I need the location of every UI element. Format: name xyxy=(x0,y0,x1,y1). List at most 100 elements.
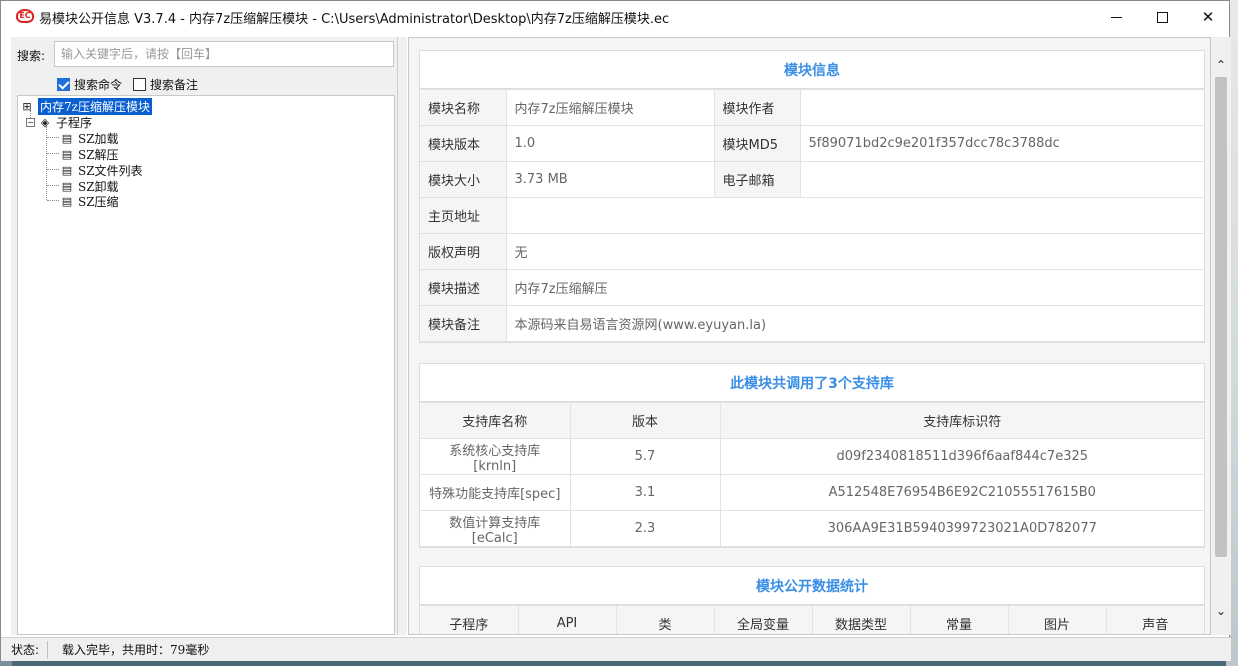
library-version: 3.1 xyxy=(569,474,721,511)
tree-item[interactable]: ▤ SZ压缩 xyxy=(60,193,119,209)
window-title: 易模块公开信息 V3.7.4 - 内存7z压缩解压模块 - C:\Users\A… xyxy=(39,12,670,27)
subroutine-icon: ▤ xyxy=(61,147,73,161)
close-button[interactable]: ✕ xyxy=(1185,1,1231,33)
column-header: API xyxy=(517,605,617,634)
library-version: 5.7 xyxy=(569,438,721,475)
collapse-icon[interactable]: − xyxy=(26,117,35,127)
search-remark-checkbox[interactable]: 搜索备注 xyxy=(133,75,198,93)
table-row: 模块描述 内存7z压缩解压 xyxy=(420,269,1204,306)
vertical-scrollbar[interactable]: ⌃ ⌄ xyxy=(1211,37,1231,635)
table-row: 系统核心支持库[krnln] 5.7 d09f2340818511d396f6a… xyxy=(420,438,1204,475)
info-key: 版权声明 xyxy=(420,233,507,270)
table-row: 主页地址 xyxy=(420,197,1204,234)
info-value: 内存7z压缩解压模块 xyxy=(505,89,715,126)
library-name: 系统核心支持库[krnln] xyxy=(420,438,571,475)
info-key: 模块描述 xyxy=(420,269,507,306)
table-header-row: 支持库名称 版本 支持库标识符 xyxy=(420,402,1204,439)
checkbox-unchecked-icon[interactable] xyxy=(133,77,146,91)
stats-title: 模块公开数据统计 xyxy=(420,567,1204,605)
info-key: 模块备注 xyxy=(420,305,507,342)
table-header-row: 子程序 API 类 全局变量 数据类型 常量 图片 声音 xyxy=(420,605,1204,634)
info-key: 电子邮箱 xyxy=(713,161,801,198)
column-header: 支持库标识符 xyxy=(719,402,1204,439)
module-info-title: 模块信息 xyxy=(420,51,1204,89)
column-header: 版本 xyxy=(569,402,721,439)
table-row: 数值计算支持库[eCalc] 2.3 306AA9E31B59403997230… xyxy=(420,510,1204,547)
tree-item-label: SZ解压 xyxy=(78,147,119,162)
info-value: 内存7z压缩解压 xyxy=(505,269,1204,306)
subroutine-icon: ▤ xyxy=(61,194,73,208)
tree-group-subprograms[interactable]: − ◈ 子程序 xyxy=(26,114,92,130)
tree-group-label: 子程序 xyxy=(56,115,93,130)
search-remark-label: 搜索备注 xyxy=(150,77,199,92)
info-value: 5f89071bd2c9e201f357dcc78c3788dc xyxy=(799,125,1204,162)
tree-item-label: SZ文件列表 xyxy=(78,163,143,178)
search-label: 搜索: xyxy=(17,49,46,63)
module-tree[interactable]: ⊞ 内存7z压缩解压模块 − ◈ 子程序 ▤ SZ加载 ▤ SZ解压 ▤ SZ文… xyxy=(17,95,395,635)
libraries-card: 此模块共调用了3个支持库 支持库名称 版本 支持库标识符 系统核心支持库[krn… xyxy=(419,363,1205,548)
info-key: 主页地址 xyxy=(420,197,507,234)
table-row: 版权声明 无 xyxy=(420,233,1204,270)
status-label: 状态: xyxy=(1,640,49,659)
column-header: 声音 xyxy=(1105,605,1204,634)
maximize-button[interactable] xyxy=(1139,1,1185,33)
main-window: EC 易模块公开信息 V3.7.4 - 内存7z压缩解压模块 - C:\User… xyxy=(0,0,1231,661)
info-value xyxy=(799,89,1204,126)
scroll-down-icon[interactable]: ⌄ xyxy=(1211,601,1231,621)
column-header: 图片 xyxy=(1007,605,1107,634)
close-icon: ✕ xyxy=(1201,8,1215,26)
tree-connector xyxy=(47,137,59,138)
tree-root[interactable]: ⊞ 内存7z压缩解压模块 xyxy=(20,97,152,115)
libraries-title: 此模块共调用了3个支持库 xyxy=(420,364,1204,402)
table-row: 模块名称 内存7z压缩解压模块 模块作者 xyxy=(420,89,1204,126)
tree-connector xyxy=(47,153,59,154)
info-key: 模块作者 xyxy=(713,89,801,126)
info-value: 1.0 xyxy=(505,125,715,162)
info-value: 无 xyxy=(505,233,1204,270)
status-text: 载入完毕，共用时：79毫秒 xyxy=(62,643,210,657)
search-input[interactable] xyxy=(54,41,394,67)
tree-item-label: SZ加载 xyxy=(78,131,119,146)
ec-logo-icon: EC xyxy=(16,9,34,23)
info-value xyxy=(799,161,1204,198)
tree-root-label[interactable]: 内存7z压缩解压模块 xyxy=(38,97,152,115)
pane-splitter[interactable] xyxy=(397,37,407,635)
table-row: 特殊功能支持库[spec] 3.1 A512548E76954B6E92C210… xyxy=(420,474,1204,511)
scroll-up-icon[interactable]: ⌃ xyxy=(1211,55,1231,75)
info-pane[interactable]: 模块信息 模块名称 内存7z压缩解压模块 模块作者 模块版本 1.0 模块MD5… xyxy=(408,37,1211,635)
tree-item-label: SZ压缩 xyxy=(78,194,119,209)
info-key: 模块MD5 xyxy=(713,125,801,162)
library-name: 数值计算支持库[eCalc] xyxy=(420,510,571,547)
search-command-checkbox[interactable]: 搜索命令 xyxy=(57,75,122,93)
subroutine-icon: ▤ xyxy=(61,179,73,193)
minimize-button[interactable] xyxy=(1093,1,1139,33)
library-name: 特殊功能支持库[spec] xyxy=(420,474,571,511)
libraries-table: 支持库名称 版本 支持库标识符 系统核心支持库[krnln] 5.7 d09f2… xyxy=(420,402,1204,547)
info-value: 本源码来自易语言资源网(www.eyuyan.la) xyxy=(505,305,1204,342)
stats-card: 模块公开数据统计 子程序 API 类 全局变量 数据类型 常量 图片 声音 xyxy=(419,566,1205,634)
checkbox-checked-icon[interactable] xyxy=(57,77,70,91)
subroutine-icon: ▤ xyxy=(61,163,73,177)
subroutine-icon: ▤ xyxy=(61,131,73,145)
tree-connector xyxy=(47,185,59,186)
minimize-icon xyxy=(1110,16,1122,18)
scrollbar-thumb[interactable] xyxy=(1215,77,1227,557)
search-command-label: 搜索命令 xyxy=(74,77,123,92)
tree-item[interactable]: ▤ SZ加载 xyxy=(60,130,119,146)
library-id: d09f2340818511d396f6aaf844c7e325 xyxy=(719,438,1204,475)
column-header: 常量 xyxy=(909,605,1009,634)
library-id: 306AA9E31B5940399723021A0D782077 xyxy=(719,510,1204,547)
tree-item[interactable]: ▤ SZ解压 xyxy=(60,146,119,162)
tree-item[interactable]: ▤ SZ文件列表 xyxy=(60,162,143,178)
table-row: 模块大小 3.73 MB 电子邮箱 xyxy=(420,161,1204,198)
info-value xyxy=(505,197,1204,234)
left-pane: 搜索: 搜索命令 搜索备注 ⊞ 内存7z压缩解压模块 − ◈ 子程序 ▤ xyxy=(11,37,397,635)
column-header: 全局变量 xyxy=(713,605,813,634)
title-bar[interactable]: EC 易模块公开信息 V3.7.4 - 内存7z压缩解压模块 - C:\User… xyxy=(1,1,1229,33)
column-header: 类 xyxy=(615,605,715,634)
tree-connector xyxy=(47,169,59,170)
module-info-card: 模块信息 模块名称 内存7z压缩解压模块 模块作者 模块版本 1.0 模块MD5… xyxy=(419,50,1205,343)
library-id: A512548E76954B6E92C21055517615B0 xyxy=(719,474,1204,511)
info-key: 模块名称 xyxy=(420,89,507,126)
library-version: 2.3 xyxy=(569,510,721,547)
